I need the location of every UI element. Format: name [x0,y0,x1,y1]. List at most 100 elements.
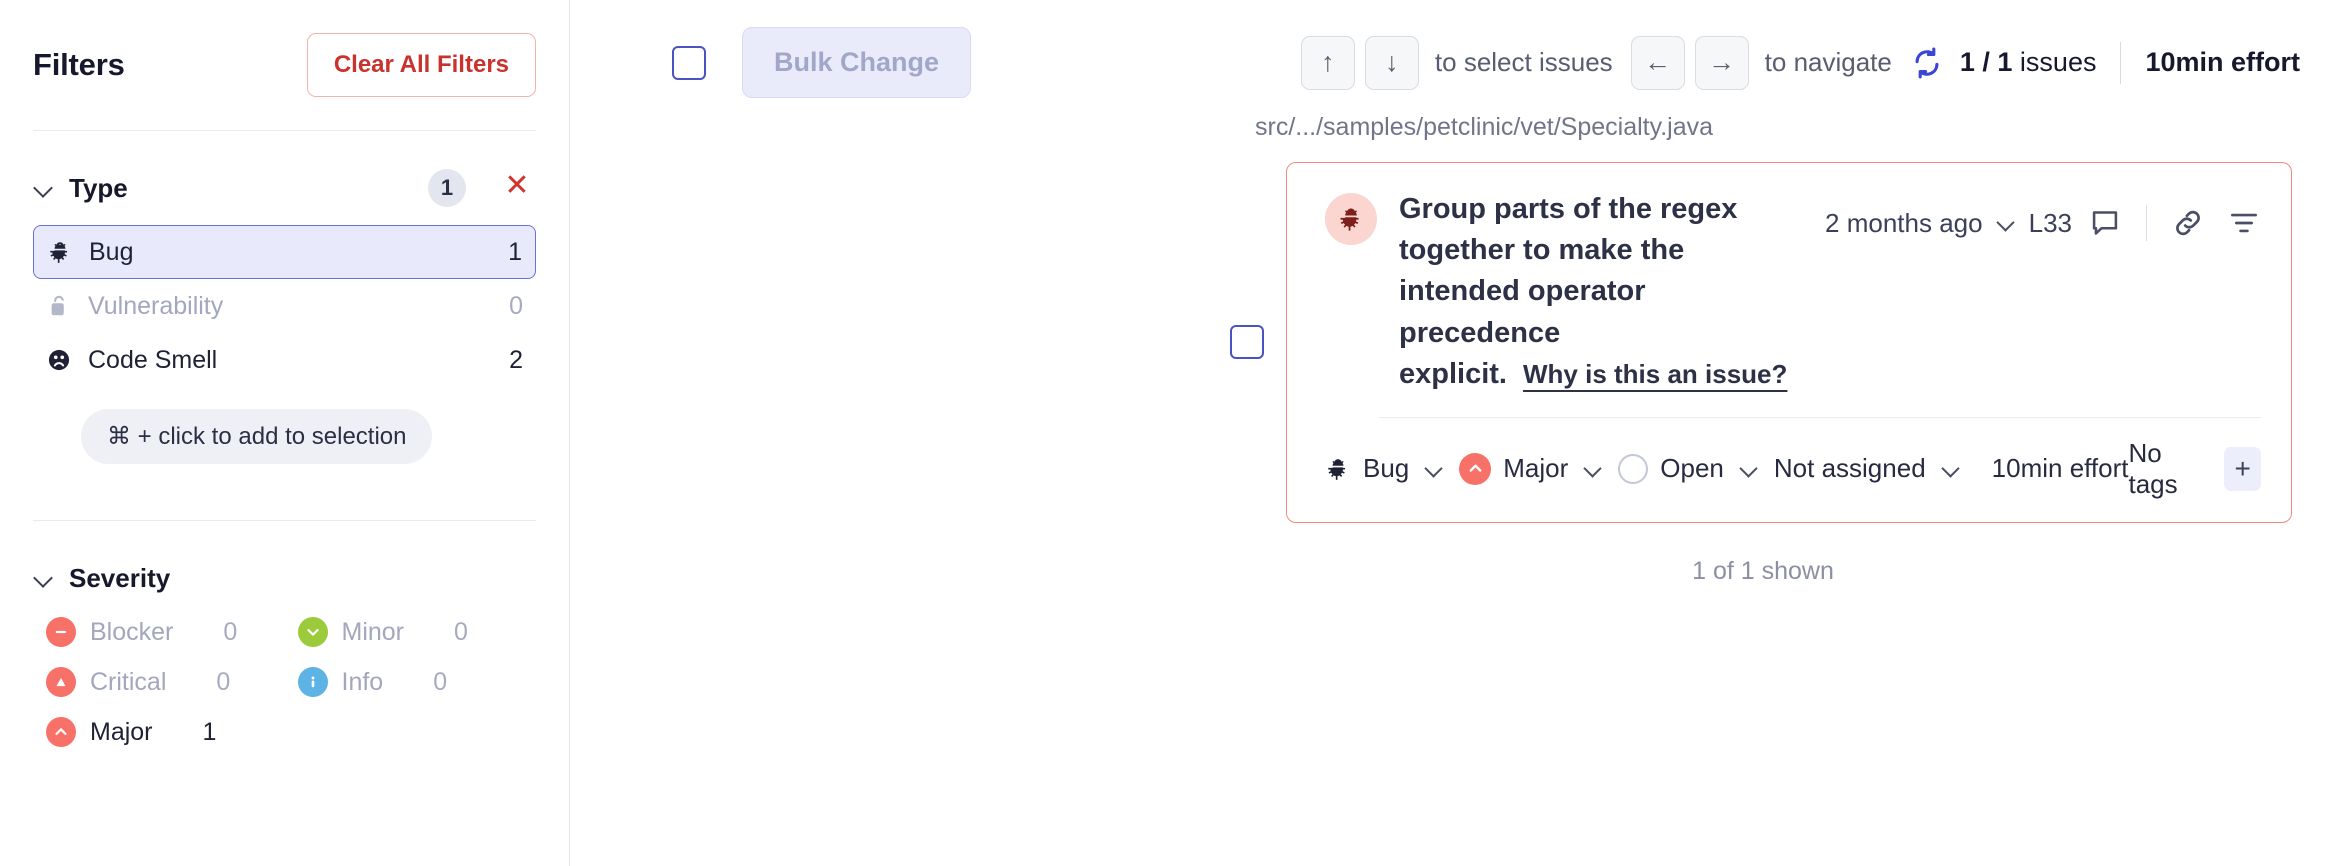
add-tag-button[interactable]: + [2224,447,2261,491]
filters-title: Filters [33,47,125,83]
issues-toolbar: Bulk Change ↑ ↓ to select issues ← → to … [570,0,2326,125]
sidebar-item-critical-count: 0 [216,668,230,697]
severity-minor-icon [298,617,328,647]
severity-major-icon [1459,453,1491,485]
total-effort: 10min effort [2145,47,2300,78]
file-path-breadcrumb[interactable]: src/.../samples/petclinic/vet/Specialty.… [570,113,2326,142]
issue-count: 1 / 1 issues [1960,47,2097,78]
chevron-down-icon [1740,459,1760,479]
issue-type-label: Bug [1363,453,1409,484]
multi-select-hint: ⌘ + click to add to selection [81,409,432,464]
issue-tags-label: No tags [2128,438,2210,500]
chevron-down-icon [33,177,55,199]
severity-blocker-icon [46,617,76,647]
sidebar-item-critical-label: Critical [90,668,166,697]
issue-card-header-actions: 2 months ago L33 [1825,189,2261,241]
issue-card-meta: Bug Major Open [1287,418,2291,522]
toolbar-separator [2120,42,2121,84]
status-open-icon [1618,454,1648,484]
issue-status-selector[interactable]: Open [1618,453,1760,484]
facet-type-badge: 1 [428,169,466,207]
navigate-hint: to navigate [1765,47,1892,78]
sidebar-item-info-label: Info [342,668,384,697]
issue-row: Group parts of the regex together to mak… [570,162,2326,523]
facet-severity-header[interactable]: Severity [33,555,536,601]
navigate-keys: ← → [1631,36,1749,90]
sidebar-item-bug-count: 1 [508,238,522,267]
arrow-up-key[interactable]: ↑ [1301,36,1355,90]
sidebar-item-minor[interactable]: Minor 0 [285,617,537,647]
issue-effort: 10min effort [1992,453,2129,484]
severity-info-icon [298,667,328,697]
arrow-left-key[interactable]: ← [1631,36,1685,90]
issue-type-selector[interactable]: Bug [1325,453,1445,484]
sidebar-item-vulnerability-count: 0 [509,292,523,321]
chevron-down-icon [1425,459,1445,479]
facet-type-label: Type [69,173,128,204]
sidebar-item-major-count: 1 [203,718,217,747]
issues-page: Filters Clear All Filters Type 1 ✕ Bug 1 [0,0,2326,866]
sidebar-item-code-smell-count: 2 [509,346,523,375]
filters-sidebar: Filters Clear All Filters Type 1 ✕ Bug 1 [0,0,570,866]
facet-severity-label: Severity [69,563,170,594]
facet-type: Type 1 ✕ Bug 1 Vul [33,131,536,464]
facet-severity: Severity Blocker 0 Minor 0 [33,521,536,747]
sidebar-item-code-smell[interactable]: Code Smell 2 [33,333,536,387]
chevron-down-icon[interactable] [1997,213,2017,233]
sidebar-item-minor-count: 0 [454,618,468,647]
arrow-right-key[interactable]: → [1695,36,1749,90]
severity-critical-icon [46,667,76,697]
issue-select-checkbox[interactable] [1230,325,1264,359]
sidebar-item-blocker[interactable]: Blocker 0 [33,617,285,647]
issues-shown-count: 1 of 1 shown [570,557,2326,586]
sidebar-item-bug-label: Bug [89,238,133,267]
bug-icon [47,239,73,265]
severity-major-icon [46,717,76,747]
chevron-down-icon [33,567,55,589]
facet-type-header[interactable]: Type 1 ✕ [33,165,536,211]
sidebar-item-info[interactable]: Info 0 [285,667,537,697]
sidebar-item-blocker-label: Blocker [90,618,173,647]
issue-action-separator [2146,205,2147,241]
sidebar-item-major[interactable]: Major 1 [33,717,285,747]
close-icon[interactable]: ✕ [498,169,536,207]
chevron-down-icon [1584,459,1604,479]
issue-tags: No tags + [2128,438,2261,500]
link-icon[interactable] [2171,206,2205,240]
code-smell-icon [46,347,72,373]
bulk-change-button[interactable]: Bulk Change [742,27,971,98]
filter-icon[interactable] [2227,206,2261,240]
lock-icon [46,293,72,319]
sidebar-item-vulnerability[interactable]: Vulnerability 0 [33,279,536,333]
sidebar-item-code-smell-label: Code Smell [88,346,217,375]
refresh-icon[interactable] [1910,46,1944,80]
select-issues-keys: ↑ ↓ [1301,36,1419,90]
issue-severity-selector[interactable]: Major [1459,453,1604,485]
issue-count-suffix: issues [2012,47,2096,77]
sidebar-item-minor-label: Minor [342,618,405,647]
issues-main: Bulk Change ↑ ↓ to select issues ← → to … [570,0,2326,866]
comment-icon[interactable] [2088,206,2122,240]
filters-header: Filters Clear All Filters [33,0,536,130]
bug-icon [1325,193,1377,245]
sidebar-item-major-label: Major [90,718,153,747]
issue-assignee-label: Not assigned [1774,453,1926,484]
arrow-down-key[interactable]: ↓ [1365,36,1419,90]
issue-card: Group parts of the regex together to mak… [1286,162,2292,523]
facet-type-list: Bug 1 Vulnerability 0 [33,225,536,464]
issue-count-value: 1 / 1 [1960,47,2013,77]
chevron-down-icon [1942,459,1962,479]
sidebar-item-vulnerability-label: Vulnerability [88,292,223,321]
issue-line-number: L33 [2029,208,2072,239]
issue-assignee-selector[interactable]: Not assigned [1774,453,1962,484]
select-all-checkbox[interactable] [672,46,706,80]
sidebar-item-bug[interactable]: Bug 1 [33,225,536,279]
sidebar-item-critical[interactable]: Critical 0 [33,667,285,697]
why-is-this-an-issue-link[interactable]: Why is this an issue? [1523,359,1787,389]
sidebar-item-blocker-count: 0 [223,618,237,647]
clear-all-filters-button[interactable]: Clear All Filters [307,33,536,97]
issue-card-header: Group parts of the regex together to mak… [1287,163,2291,417]
sidebar-item-info-count: 0 [433,668,447,697]
select-issues-hint: to select issues [1435,47,1613,78]
facet-severity-list: Blocker 0 Minor 0 Critical 0 [33,617,536,747]
